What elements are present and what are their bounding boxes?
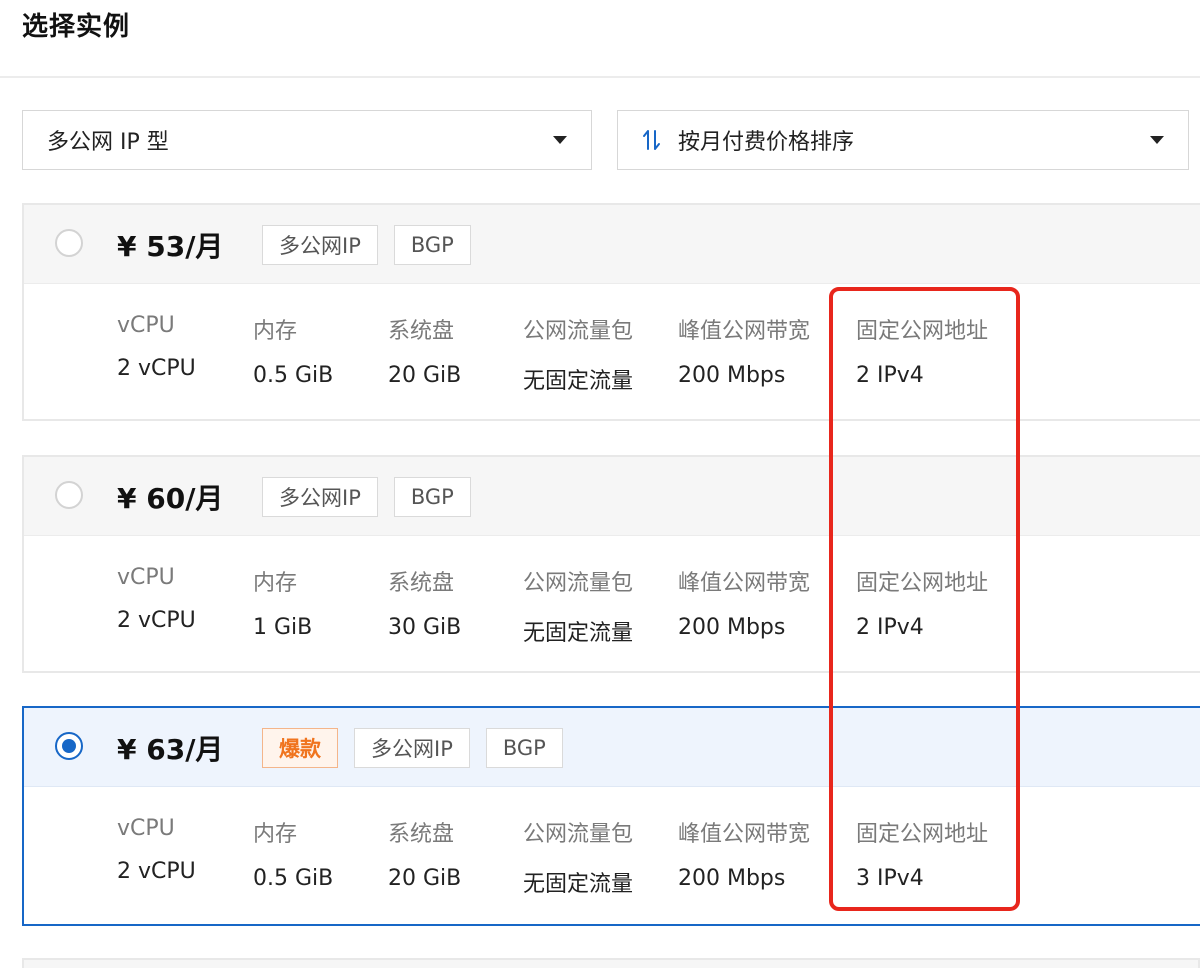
- instance-radio-2[interactable]: [55, 481, 83, 509]
- spec-value: 20 GiB: [388, 363, 462, 388]
- instance-radio-1[interactable]: [55, 229, 83, 257]
- spec-traffic-package: 公网流量包 无固定流量: [523, 565, 633, 647]
- spec-label: 公网流量包: [523, 822, 634, 847]
- spec-value: 0.5 GiB: [253, 866, 334, 891]
- spec-value: 200 Mbps: [678, 615, 786, 640]
- spec-label: 峰值公网带宽: [678, 822, 811, 847]
- spec-value: 30 GiB: [388, 615, 462, 640]
- spec-peak-bandwidth: 峰值公网带宽 200 Mbps: [678, 816, 810, 891]
- spec-value: 1 GiB: [253, 615, 313, 640]
- spec-label: 公网流量包: [523, 571, 634, 596]
- title-divider: [0, 76, 1200, 78]
- spec-traffic-package: 公网流量包 无固定流量: [523, 816, 633, 898]
- spec-value: 200 Mbps: [678, 363, 786, 388]
- spec-label: 系统盘: [388, 319, 455, 344]
- instance-card-3[interactable]: ¥ 63/月 爆款 多公网IP BGP vCPU 2 vCPU 内存 0.5 G…: [22, 706, 1200, 926]
- instance-price: ¥ 53/月: [117, 230, 224, 263]
- spec-vcpu: vCPU 2 vCPU: [117, 565, 196, 633]
- spec-value: 无固定流量: [523, 369, 634, 394]
- spec-value: 无固定流量: [523, 872, 634, 897]
- spec-memory: 内存 1 GiB: [253, 565, 312, 640]
- spec-memory: 内存 0.5 GiB: [253, 313, 333, 388]
- instance-tags: 多公网IP BGP: [262, 477, 471, 517]
- instance-card-2[interactable]: ¥ 60/月 多公网IP BGP vCPU 2 vCPU 内存 1 GiB 系统…: [22, 455, 1200, 673]
- spec-label: 系统盘: [388, 571, 455, 596]
- tag-multi-ip: 多公网IP: [354, 728, 470, 768]
- instance-tags: 爆款 多公网IP BGP: [262, 728, 563, 768]
- spec-label: vCPU: [117, 313, 175, 338]
- public-ip-highlight-annotation: [829, 287, 1020, 911]
- spec-system-disk: 系统盘 20 GiB: [388, 816, 461, 891]
- instance-card-header: ¥ 53/月 多公网IP BGP: [24, 205, 1200, 284]
- spec-value: 20 GiB: [388, 866, 462, 891]
- tag-multi-ip: 多公网IP: [262, 477, 378, 517]
- chevron-down-icon: [1150, 136, 1164, 144]
- tag-bgp: BGP: [485, 728, 563, 768]
- sort-arrows-icon: [643, 130, 660, 150]
- spec-value: 2 vCPU: [117, 608, 196, 633]
- chevron-down-icon: [553, 136, 567, 144]
- instance-card-4-partial[interactable]: [22, 958, 1200, 968]
- tag-multi-ip: 多公网IP: [262, 225, 378, 265]
- instance-tags: 多公网IP BGP: [262, 225, 471, 265]
- spec-label: 峰值公网带宽: [678, 319, 811, 344]
- instance-type-select-value: 多公网 IP 型: [47, 130, 169, 155]
- tag-bgp: BGP: [393, 225, 471, 265]
- spec-value: 2 vCPU: [117, 859, 196, 884]
- spec-value: 0.5 GiB: [253, 363, 334, 388]
- page-title: 选择实例: [22, 12, 131, 42]
- instance-price: ¥ 60/月: [117, 482, 224, 515]
- spec-system-disk: 系统盘 20 GiB: [388, 313, 461, 388]
- spec-value: 200 Mbps: [678, 866, 786, 891]
- sort-select[interactable]: 按月付费价格排序: [617, 110, 1189, 170]
- instance-type-select[interactable]: 多公网 IP 型: [22, 110, 592, 170]
- spec-label: 系统盘: [388, 822, 455, 847]
- tag-hot: 爆款: [262, 728, 338, 768]
- spec-vcpu: vCPU 2 vCPU: [117, 816, 196, 884]
- spec-label: vCPU: [117, 816, 175, 841]
- instance-card-1[interactable]: ¥ 53/月 多公网IP BGP vCPU 2 vCPU 内存 0.5 GiB …: [22, 203, 1200, 421]
- spec-value: 2 vCPU: [117, 356, 196, 381]
- spec-label: 内存: [253, 319, 298, 344]
- instance-price: ¥ 63/月: [117, 733, 224, 766]
- sort-select-value: 按月付费价格排序: [678, 130, 855, 155]
- spec-peak-bandwidth: 峰值公网带宽 200 Mbps: [678, 565, 810, 640]
- spec-label: 峰值公网带宽: [678, 571, 811, 596]
- spec-vcpu: vCPU 2 vCPU: [117, 313, 196, 381]
- tag-bgp: BGP: [393, 477, 471, 517]
- spec-label: 内存: [253, 571, 298, 596]
- spec-peak-bandwidth: 峰值公网带宽 200 Mbps: [678, 313, 810, 388]
- spec-value: 无固定流量: [523, 621, 634, 646]
- instance-selection-page: 选择实例 多公网 IP 型 按月付费价格排序 ¥ 53/月 多公网IP BGP …: [0, 0, 1200, 968]
- spec-memory: 内存 0.5 GiB: [253, 816, 333, 891]
- instance-radio-3[interactable]: [55, 732, 83, 760]
- spec-label: 内存: [253, 822, 298, 847]
- spec-traffic-package: 公网流量包 无固定流量: [523, 313, 633, 395]
- spec-label: vCPU: [117, 565, 175, 590]
- spec-label: 公网流量包: [523, 319, 634, 344]
- instance-card-header: ¥ 60/月 多公网IP BGP: [24, 457, 1200, 536]
- instance-card-header: ¥ 63/月 爆款 多公网IP BGP: [24, 708, 1200, 787]
- spec-system-disk: 系统盘 30 GiB: [388, 565, 461, 640]
